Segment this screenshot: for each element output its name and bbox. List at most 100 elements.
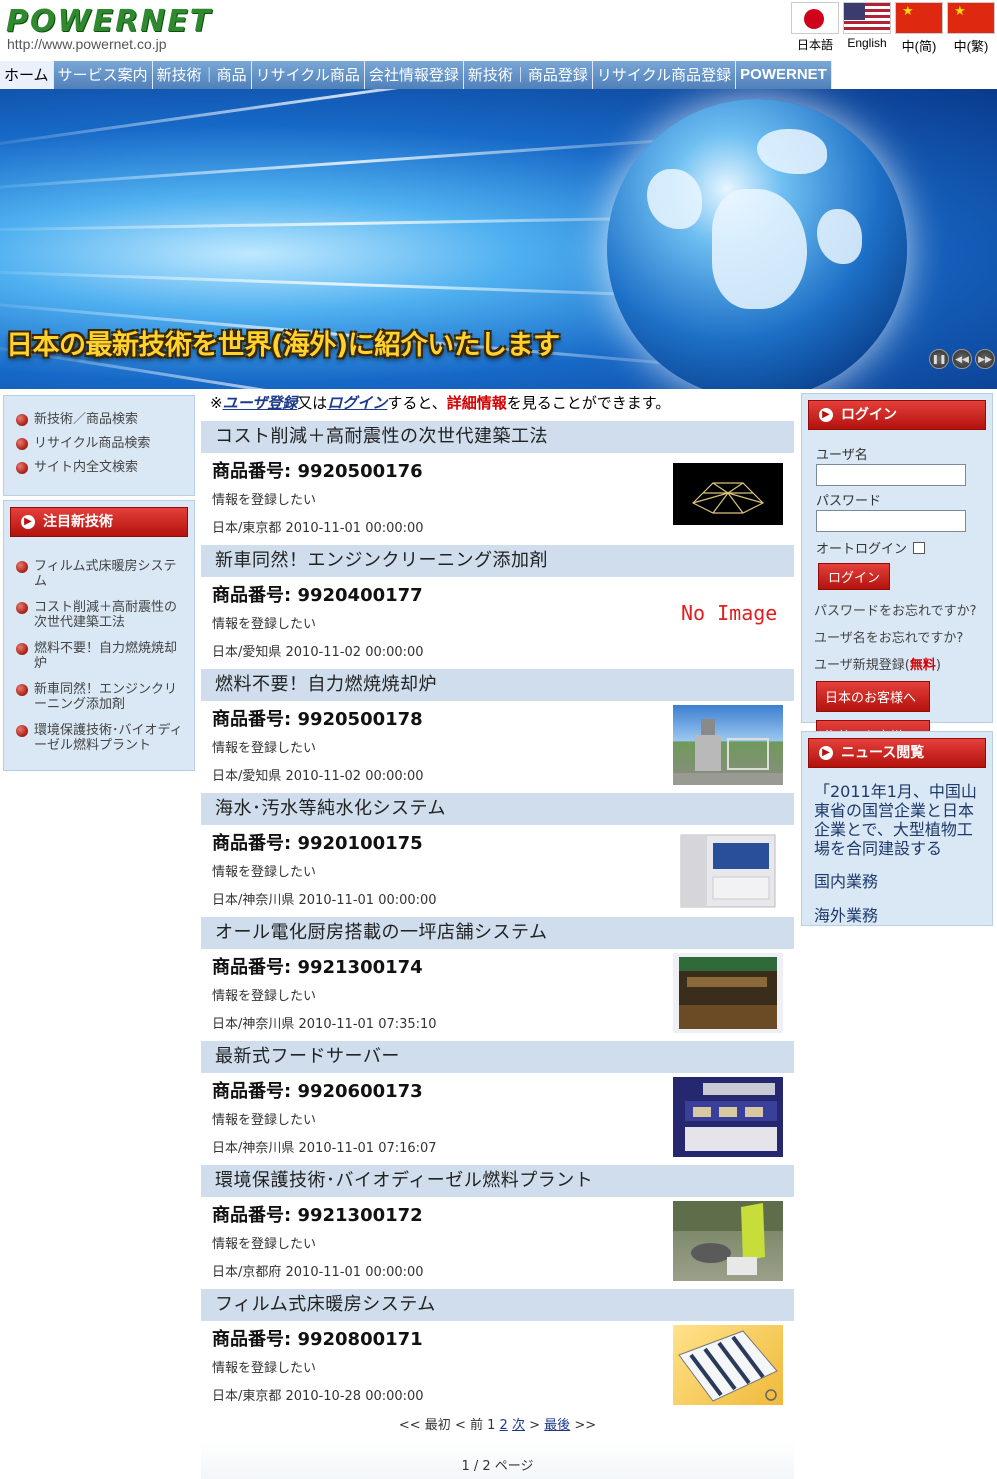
pager-prev: < 前 — [454, 1418, 483, 1433]
nav-recycle-register[interactable]: リサイクル商品登録 — [592, 61, 737, 89]
no-image-placeholder: No Image — [681, 601, 778, 625]
flag-cn-icon: ★ — [895, 2, 943, 34]
nav-services[interactable]: サービス案内 — [53, 61, 153, 89]
item-location: 日本/京都府 2010-11-01 00:00:00 — [212, 1265, 424, 1280]
item-location: 日本/東京都 2010-10-28 00:00:00 — [212, 1389, 424, 1404]
item-location: 日本/神奈川県 2010-11-01 00:00:00 — [212, 893, 437, 908]
nav-new-tech[interactable]: 新技術｜商品 — [152, 61, 252, 89]
forward-icon[interactable]: ▶▶ — [975, 349, 995, 369]
notice-detail: 詳細情報 — [446, 394, 507, 412]
list-item: フィルム式床暖房システム 商品番号: 9920800171 情報を登録したい 日… — [201, 1289, 794, 1413]
product-thumbnail[interactable] — [673, 1077, 783, 1157]
password-input[interactable] — [816, 510, 966, 532]
slideshow-controls: ❚❚ ◀◀ ▶▶ — [929, 349, 995, 369]
product-thumbnail[interactable] — [673, 953, 783, 1033]
login-link[interactable]: ログイン — [327, 394, 387, 412]
item-code: 商品番号: 9921300172 — [212, 1205, 423, 1226]
news-domestic-link[interactable]: 国内業務 — [814, 868, 986, 892]
item-title[interactable]: コスト削減＋高耐震性の次世代建築工法 — [201, 421, 794, 453]
featured-item[interactable]: フィルム式床暖房システム — [16, 559, 184, 589]
featured-item[interactable]: 環境保護技術･バイオディーゼル燃料プラント — [16, 723, 184, 753]
featured-tech-list: フィルム式床暖房システム コスト削減＋高耐震性の次世代建築工法 燃料不要！自力燃… — [10, 537, 188, 753]
register-link[interactable]: ユーザ新規登録(無料) — [814, 654, 986, 673]
item-code: 商品番号: 9921300174 — [212, 957, 423, 978]
search-link-label: リサイクル商品検索 — [34, 436, 151, 451]
item-title[interactable]: 環境保護技術･バイオディーゼル燃料プラント — [201, 1165, 794, 1197]
list-item: 環境保護技術･バイオディーゼル燃料プラント 商品番号: 9921300172 情… — [201, 1165, 794, 1289]
site-url[interactable]: http://www.powernet.co.jp — [7, 36, 167, 52]
item-body: 商品番号: 9920400177 情報を登録したい 日本/愛知県 2010-11… — [201, 577, 794, 669]
item-title[interactable]: 海水･汚水等純水化システム — [201, 793, 794, 825]
product-thumbnail[interactable] — [673, 1201, 783, 1281]
lang-english[interactable]: English — [843, 2, 891, 55]
arrow-circle-icon: ▶ — [21, 515, 35, 529]
bullet-icon — [16, 725, 28, 737]
item-body: 商品番号: 9920600173 情報を登録したい 日本/神奈川県 2010-1… — [201, 1073, 794, 1165]
featured-tech-title: 注目新技術 — [43, 514, 113, 530]
news-title: ニュース閲覧 — [841, 745, 925, 761]
item-title[interactable]: オール電化厨房搭載の一坪店舗システム — [201, 917, 794, 949]
item-title[interactable]: 新車同然！エンジンクリーニング添加剤 — [201, 545, 794, 577]
notice-prefix: ※ — [210, 394, 223, 412]
forgot-username-link[interactable]: ユーザ名をお忘れですか? — [814, 627, 986, 646]
lang-japanese[interactable]: 日本語 — [791, 2, 839, 55]
item-body: 商品番号: 9920500178 情報を登録したい 日本/愛知県 2010-11… — [201, 701, 794, 793]
login-button[interactable]: ログイン — [818, 563, 891, 590]
search-links-box: 新技術／商品検索 リサイクル商品検索 サイト内全文検索 — [3, 395, 195, 496]
login-header: ▶ ログイン — [808, 400, 986, 430]
pager-page-2[interactable]: 2 — [500, 1418, 508, 1433]
featured-tech-box: ▶ 注目新技術 フィルム式床暖房システム コスト削減＋高耐震性の次世代建築工法 … — [3, 500, 195, 771]
product-thumbnail[interactable] — [673, 1325, 783, 1405]
item-location: 日本/神奈川県 2010-11-01 07:16:07 — [212, 1141, 437, 1156]
domestic-customer-button[interactable]: 日本のお客様へ — [816, 681, 930, 712]
item-title[interactable]: 最新式フードサーバー — [201, 1041, 794, 1073]
item-code: 商品番号: 9920800171 — [212, 1329, 423, 1350]
item-code: 商品番号: 9920100175 — [212, 833, 423, 854]
pager-current: 1 — [487, 1418, 496, 1433]
bullet-icon — [16, 643, 28, 655]
search-link-tech[interactable]: 新技術／商品検索 — [16, 412, 194, 427]
username-input[interactable] — [816, 464, 966, 486]
nav-recycle[interactable]: リサイクル商品 — [251, 61, 365, 89]
user-register-link[interactable]: ユーザ登録 — [223, 394, 298, 412]
login-box: ▶ ログイン ユーザ名 パスワード オートログイン ログイン パスワードをお忘れ… — [801, 393, 993, 751]
item-title[interactable]: フィルム式床暖房システム — [201, 1289, 794, 1321]
featured-item[interactable]: コスト削減＋高耐震性の次世代建築工法 — [16, 600, 184, 630]
product-thumbnail[interactable] — [673, 463, 783, 525]
lang-label: English — [847, 36, 887, 50]
lang-label: 日本語 — [796, 38, 833, 52]
search-link-recycle[interactable]: リサイクル商品検索 — [16, 436, 194, 451]
featured-item[interactable]: 燃料不要！自力燃焼焼却炉 — [16, 641, 184, 671]
header: POWERNET http://www.powernet.co.jp 日本語 E… — [0, 0, 997, 60]
nav-powernet[interactable]: POWERNET — [736, 61, 832, 89]
auto-login-checkbox[interactable] — [913, 541, 926, 554]
featured-item-label: 新車同然！エンジンクリーニング添加剤 — [34, 682, 178, 712]
item-title[interactable]: 燃料不要！自力燃焼焼却炉 — [201, 669, 794, 701]
news-overseas-link[interactable]: 海外業務 — [814, 902, 986, 926]
register-label: ユーザ新規登録( — [814, 658, 910, 673]
product-thumbnail[interactable] — [673, 705, 783, 785]
lang-chinese-simplified[interactable]: ★ 中(简) — [895, 2, 943, 55]
auto-login-row: オートログイン — [816, 538, 986, 557]
bullet-icon — [16, 602, 28, 614]
search-link-fulltext[interactable]: サイト内全文検索 — [16, 460, 194, 475]
pager-next[interactable]: 次 — [512, 1418, 525, 1433]
forgot-password-link[interactable]: パスワードをお忘れですか? — [814, 600, 986, 619]
lang-chinese-traditional[interactable]: ★ 中(繁) — [947, 2, 995, 55]
rewind-icon[interactable]: ◀◀ — [952, 349, 972, 369]
bullet-icon — [16, 462, 28, 474]
pause-icon[interactable]: ❚❚ — [929, 349, 949, 369]
list-item: 最新式フードサーバー 商品番号: 9920600173 情報を登録したい 日本/… — [201, 1041, 794, 1165]
product-thumbnail[interactable] — [673, 829, 783, 909]
nav-new-tech-register[interactable]: 新技術｜商品登録 — [463, 61, 593, 89]
nav-company-register[interactable]: 会社情報登録 — [364, 61, 464, 89]
news-headline[interactable]: 「2011年1月、中国山東省の国営企業と日本企業とで、大型植物工場を合同建設する — [814, 782, 980, 858]
site-logo[interactable]: POWERNET — [6, 4, 212, 39]
pager-last[interactable]: 最後 — [544, 1418, 570, 1433]
password-label: パスワード — [816, 494, 882, 509]
item-desc: 情報を登録したい — [212, 1113, 317, 1128]
nav-home[interactable]: ホーム — [0, 61, 54, 89]
featured-item[interactable]: 新車同然！エンジンクリーニング添加剤 — [16, 682, 184, 712]
language-switcher: 日本語 English ★ 中(简) ★ 中(繁) — [791, 2, 995, 55]
item-code: 商品番号: 9920400177 — [212, 585, 423, 606]
